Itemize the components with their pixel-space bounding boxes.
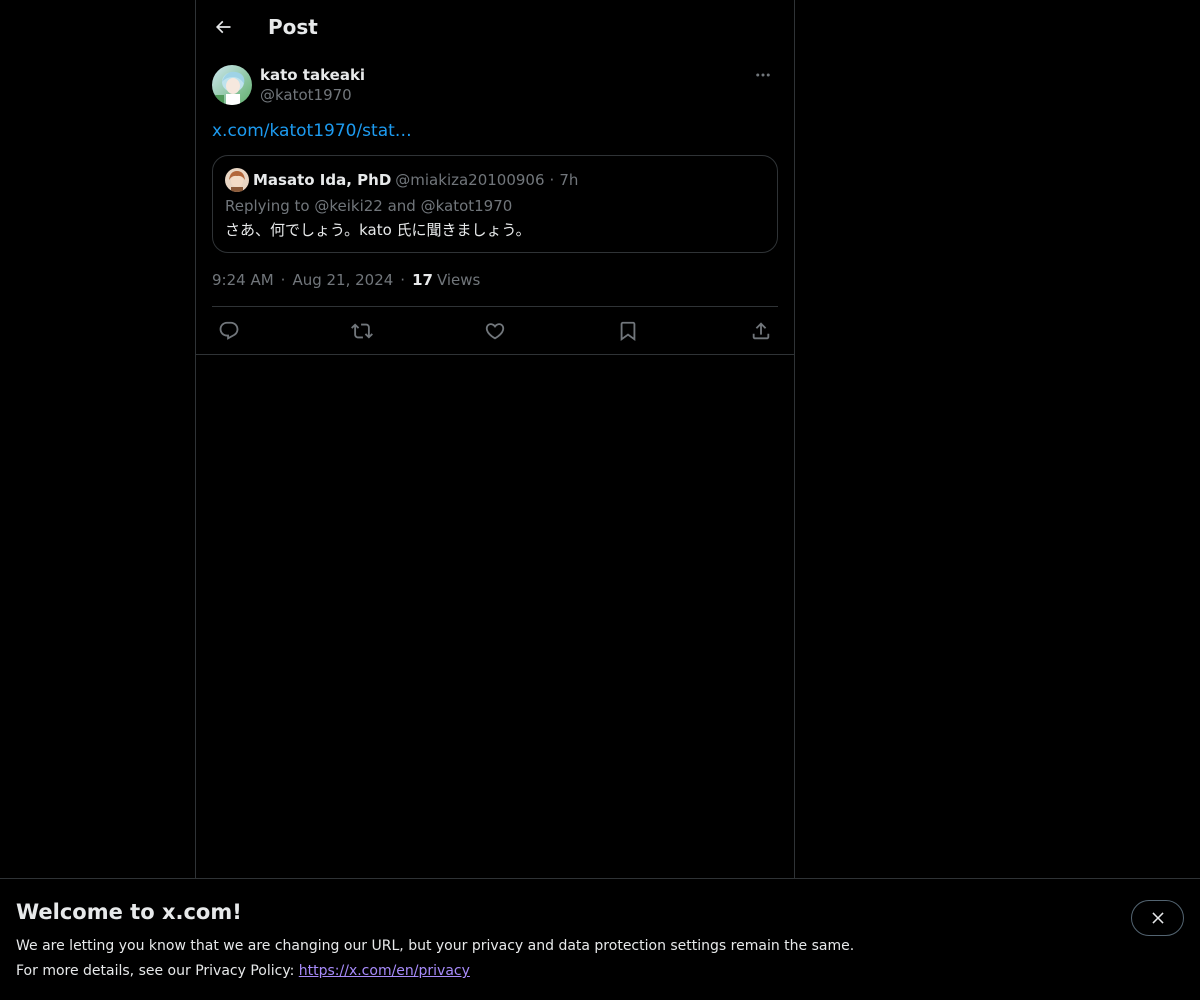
- quoted-avatar-image: [225, 168, 249, 192]
- privacy-policy-link[interactable]: https://x.com/en/privacy: [299, 963, 470, 979]
- quoted-replying-to: Replying to @keiki22 and @katot1970: [225, 197, 513, 215]
- banner-privacy-prefix: For more details, see our Privacy Policy…: [16, 963, 299, 979]
- repost-icon: [351, 323, 373, 338]
- action-bar: [212, 307, 778, 354]
- post-author: kato takeaki @katot1970: [212, 64, 778, 108]
- quoted-header: Masato Ida, PhD @miakiza20100906 · 7h: [253, 169, 578, 191]
- reply-button[interactable]: [212, 314, 246, 348]
- page-header: Post: [196, 0, 794, 54]
- share-icon: [752, 321, 770, 339]
- bookmark-button[interactable]: [611, 314, 645, 348]
- banner-title: Welcome to x.com!: [16, 900, 242, 924]
- post-date[interactable]: Aug 21, 2024: [292, 270, 393, 290]
- like-button[interactable]: [478, 314, 512, 348]
- quoted-display-name: Masato Ida, PhD: [253, 171, 392, 189]
- page-title: Post: [268, 15, 318, 39]
- share-button[interactable]: [744, 314, 778, 348]
- author-handle[interactable]: @katot1970: [260, 85, 352, 105]
- more-options-button[interactable]: [748, 64, 778, 86]
- back-button[interactable]: [206, 10, 240, 44]
- close-icon: [1151, 912, 1164, 924]
- author-display-name[interactable]: kato takeaki: [260, 65, 365, 85]
- quoted-post[interactable]: Masato Ida, PhD @miakiza20100906 · 7h Re…: [212, 155, 778, 253]
- meta-separator: ·: [280, 271, 286, 289]
- banner-privacy-line: For more details, see our Privacy Policy…: [16, 961, 470, 981]
- post-meta: 9:24 AM · Aug 21, 2024 · 17 Views: [212, 270, 480, 290]
- views-count: 17: [412, 271, 433, 289]
- quoted-separator: ·: [549, 171, 555, 189]
- post-time[interactable]: 9:24 AM: [212, 270, 274, 290]
- main-column: Post kato takeaki @katot1970 x.com/katot…: [195, 0, 795, 1000]
- avatar-image: [212, 65, 252, 105]
- close-banner-button[interactable]: [1131, 900, 1184, 936]
- post-link[interactable]: x.com/katot1970/stat…: [212, 119, 412, 143]
- like-icon: [485, 322, 505, 339]
- avatar[interactable]: [212, 65, 252, 105]
- url-change-banner: Welcome to x.com! We are letting you kno…: [0, 878, 1200, 1000]
- more-horizontal-icon: [756, 73, 770, 77]
- quoted-body: さあ、何でしょう。kato 氏に聞きましょう。: [225, 221, 531, 239]
- quoted-handle: @miakiza20100906: [395, 171, 545, 189]
- reply-icon: [219, 321, 239, 340]
- banner-message: We are letting you know that we are chan…: [16, 938, 855, 954]
- repost-button[interactable]: [345, 314, 379, 348]
- quoted-time: 7h: [559, 171, 579, 189]
- views-label: Views: [436, 271, 481, 289]
- meta-separator: ·: [400, 271, 406, 289]
- quoted-avatar: [225, 168, 249, 192]
- arrow-left-icon: [215, 20, 231, 34]
- divider: [196, 354, 794, 355]
- bookmark-icon: [620, 321, 636, 341]
